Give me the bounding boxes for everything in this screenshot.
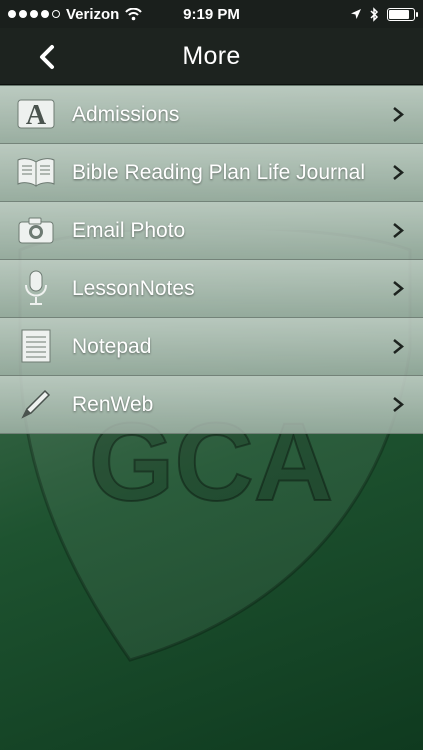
chevron-right-icon bbox=[393, 397, 404, 412]
carrier-name: Verizon bbox=[66, 5, 120, 23]
notepad-icon bbox=[16, 326, 56, 366]
chevron-right-icon bbox=[393, 223, 404, 238]
menu-item-renweb[interactable]: RenWeb bbox=[0, 376, 423, 434]
chevron-right-icon bbox=[393, 339, 404, 354]
svg-text:A: A bbox=[26, 100, 47, 131]
page-title: More bbox=[182, 41, 241, 70]
pencil-icon bbox=[16, 384, 56, 424]
chevron-right-icon bbox=[393, 165, 404, 180]
navigation-bar: More bbox=[0, 28, 423, 85]
menu-item-notepad[interactable]: Notepad bbox=[0, 318, 423, 376]
status-bar: Verizon 9:19 PM bbox=[0, 0, 423, 28]
menu-item-label: RenWeb bbox=[72, 393, 154, 416]
menu-item-admissions[interactable]: A Admissions bbox=[0, 85, 423, 144]
book-icon bbox=[16, 152, 56, 192]
location-arrow-icon bbox=[351, 9, 361, 19]
menu-item-lessonnotes[interactable]: LessonNotes bbox=[0, 260, 423, 318]
battery-icon bbox=[387, 7, 418, 21]
admissions-icon: A bbox=[16, 94, 56, 134]
bluetooth-icon bbox=[370, 6, 379, 22]
chevron-left-icon bbox=[40, 45, 54, 69]
menu-item-bible-reading-plan[interactable]: Bible Reading Plan Life Journal bbox=[0, 144, 423, 202]
menu-item-label: Email Photo bbox=[72, 219, 186, 242]
chevron-right-icon bbox=[393, 281, 404, 296]
menu-item-label: Bible Reading Plan Life Journal bbox=[72, 161, 366, 184]
menu-item-label: Notepad bbox=[72, 335, 152, 358]
back-button[interactable] bbox=[30, 40, 64, 74]
more-menu-list: A Admissions Bible Reading Plan Life Jou… bbox=[0, 85, 423, 434]
wifi-icon bbox=[125, 7, 143, 20]
camera-icon bbox=[16, 210, 56, 250]
menu-item-email-photo[interactable]: Email Photo bbox=[0, 202, 423, 260]
microphone-icon bbox=[16, 268, 56, 308]
menu-item-label: LessonNotes bbox=[72, 277, 195, 300]
menu-item-label: Admissions bbox=[72, 103, 180, 126]
chevron-right-icon bbox=[393, 107, 404, 122]
signal-strength-icon bbox=[8, 10, 60, 18]
